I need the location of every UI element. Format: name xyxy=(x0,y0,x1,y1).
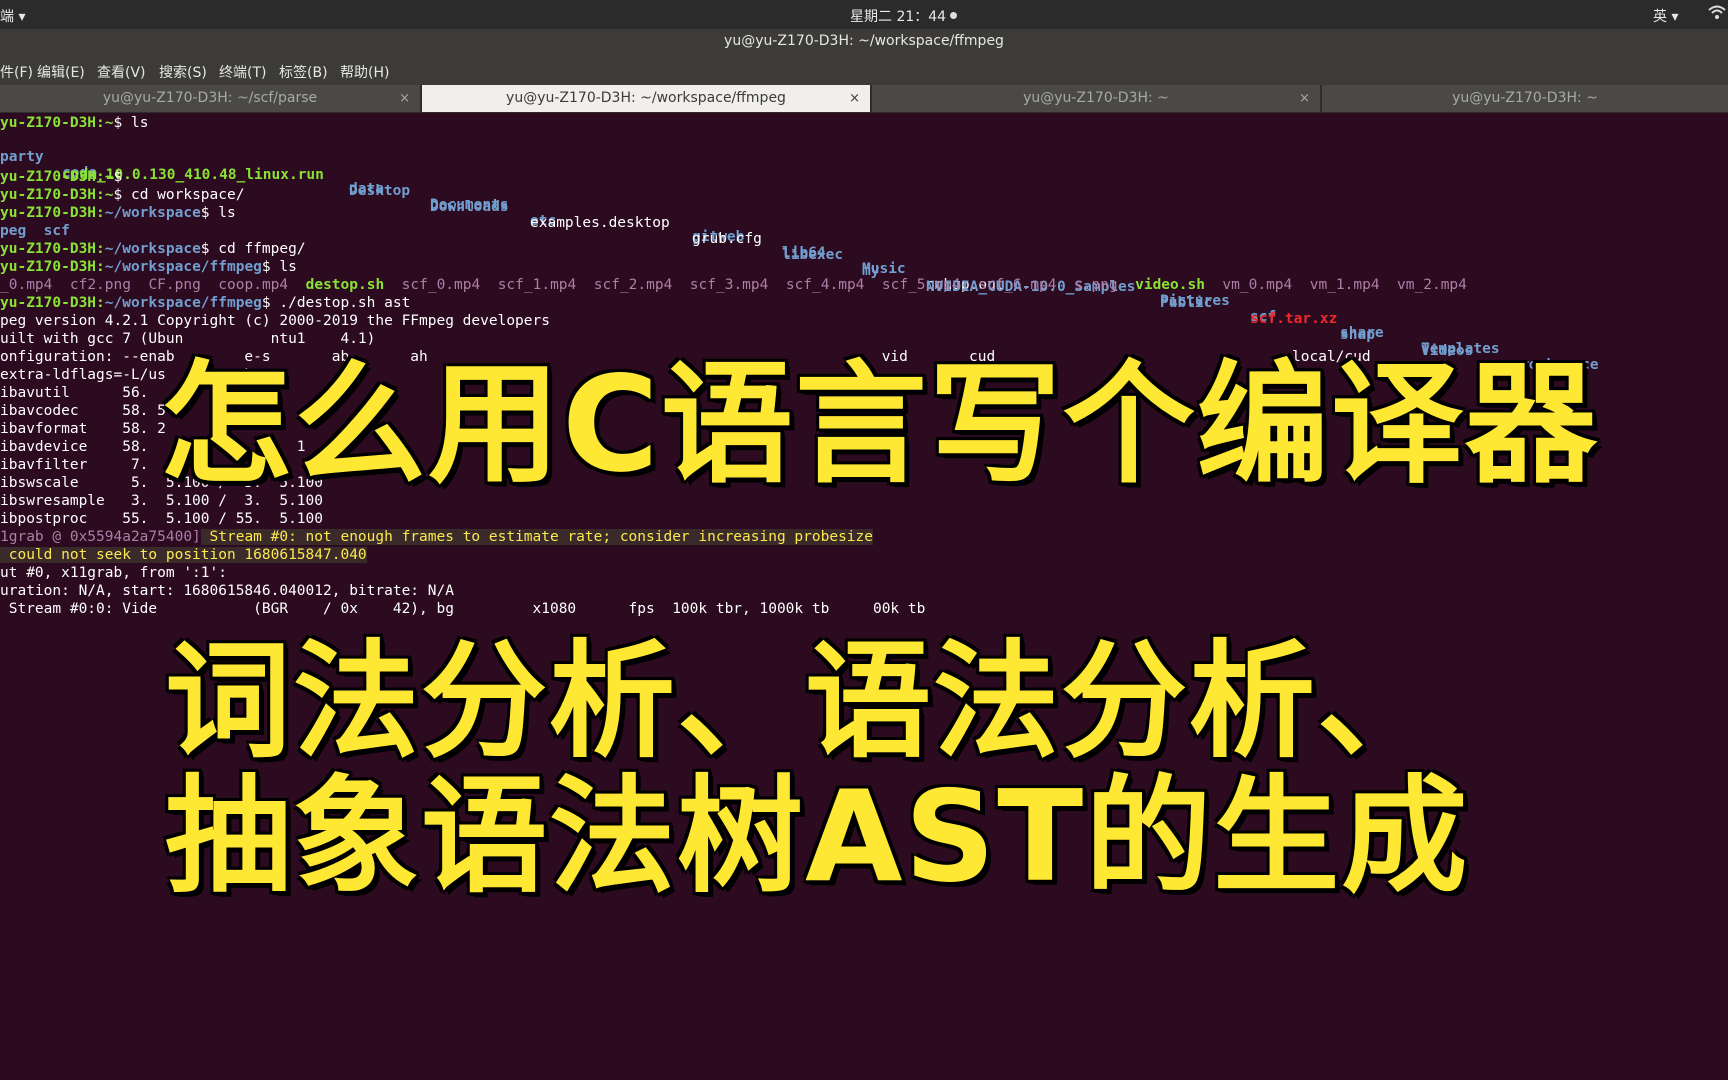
menu-edit[interactable]: 编辑(E) xyxy=(37,62,85,82)
warning-line: could not seek to position 1680615847.04… xyxy=(0,547,367,563)
tab-bar: yu@yu-Z170-D3H: ~/scf/parse × yu@yu-Z170… xyxy=(0,85,1728,113)
ls-output-row: _0.mp4 cf2.png CF.png coop.mp4 destop.sh… xyxy=(0,277,1467,293)
app-menu-label[interactable]: 端 ▾ xyxy=(0,6,25,26)
menu-search[interactable]: 搜索(S) xyxy=(159,62,207,82)
window-title: yu@yu-Z170-D3H: ~/workspace/ffmpeg xyxy=(724,33,1004,49)
clock-text: 星期二 21：44 xyxy=(850,9,947,25)
input-method-indicator[interactable]: 英 ▾ xyxy=(1653,6,1678,26)
tab-scf-parse[interactable]: yu@yu-Z170-D3H: ~/scf/parse × xyxy=(0,85,421,112)
terminal-line: yu-Z170-D3H:~/workspace$ ls xyxy=(0,205,236,221)
window-title-bar: yu@yu-Z170-D3H: ~/workspace/ffmpeg xyxy=(0,29,1728,58)
ffmpeg-output-line: uration: N/A, start: 1680615846.040012, … xyxy=(0,583,454,599)
tab-label: yu@yu-Z170-D3H: ~/workspace/ffmpeg xyxy=(506,90,786,106)
ls-output-row: peg scf xyxy=(0,223,70,239)
overlay-subtitle-line2: 抽象语法树AST的生成 xyxy=(165,763,1470,910)
ffmpeg-output-line: ibavformat 58. 2 xyxy=(0,421,166,437)
tab-label: yu@yu-Z170-D3H: ~ xyxy=(1452,90,1598,106)
ffmpeg-output-line: ibpostproc 55. 5.100 / 55. 5.100 xyxy=(0,511,324,527)
menu-bar: 件(F) 编辑(E) 查看(V) 搜索(S) 终端(T) 标签(B) 帮助(H) xyxy=(0,58,1728,85)
close-icon[interactable]: × xyxy=(1299,85,1310,112)
close-icon[interactable]: × xyxy=(399,85,410,112)
menu-view[interactable]: 查看(V) xyxy=(97,62,146,82)
terminal-line: yu-Z170-D3H:~$ xyxy=(0,169,123,185)
tab-home-2[interactable]: yu@yu-Z170-D3H: ~ xyxy=(1322,85,1728,112)
ls-output-row: party code data Documents etc gitweb lib… xyxy=(0,149,1599,373)
tab-label: yu@yu-Z170-D3H: ~/scf/parse xyxy=(102,90,318,106)
close-icon[interactable]: × xyxy=(849,85,860,112)
menu-file[interactable]: 件(F) xyxy=(0,62,33,82)
terminal-line: yu-Z170-D3H:~$ cd workspace/ xyxy=(0,187,245,203)
tab-workspace-ffmpeg[interactable]: yu@yu-Z170-D3H: ~/workspace/ffmpeg × xyxy=(422,85,871,112)
ffmpeg-output-line: ibavfilter 7. xyxy=(0,457,149,473)
clock[interactable]: 星期二 21：44 xyxy=(850,6,958,26)
overlay-title: 怎么用C语言写个编译器 xyxy=(160,348,1599,502)
terminal-view[interactable]: yu-Z170-D3H:~$ ls party code data Docume… xyxy=(0,113,1728,1080)
tab-home-1[interactable]: yu@yu-Z170-D3H: ~ × xyxy=(872,85,1321,112)
terminal-line: yu-Z170-D3H:~/workspace/ffmpeg$ ./destop… xyxy=(0,295,411,311)
system-top-bar: 端 ▾ 星期二 21：44 英 ▾ xyxy=(0,0,1728,29)
menu-help[interactable]: 帮助(H) xyxy=(340,62,389,82)
wifi-icon[interactable] xyxy=(1708,4,1726,26)
warning-line: 1grab @ 0x5594a2a75400] Stream #0: not e… xyxy=(0,529,873,545)
menu-tabs[interactable]: 标签(B) xyxy=(279,62,328,82)
tab-label: yu@yu-Z170-D3H: ~ xyxy=(1023,90,1169,106)
terminal-line: yu-Z170-D3H:~$ ls xyxy=(0,115,149,131)
ffmpeg-output-line: ibavutil 56. xyxy=(0,385,149,401)
ffmpeg-output-line: ut #0, x11grab, from ':1': xyxy=(0,565,227,581)
menu-terminal[interactable]: 终端(T) xyxy=(219,62,266,82)
terminal-line: yu-Z170-D3H:~/workspace/ffmpeg$ ls xyxy=(0,259,297,275)
ffmpeg-output-line: ibavcodec 58. 5 xyxy=(0,403,166,419)
ls-output-row: cuda_10.0.130_410.48_linux.run Desktop D… xyxy=(62,167,1474,359)
terminal-line: yu-Z170-D3H:~/workspace$ cd ffmpeg/ xyxy=(0,241,306,257)
notification-dot-icon xyxy=(950,12,958,19)
